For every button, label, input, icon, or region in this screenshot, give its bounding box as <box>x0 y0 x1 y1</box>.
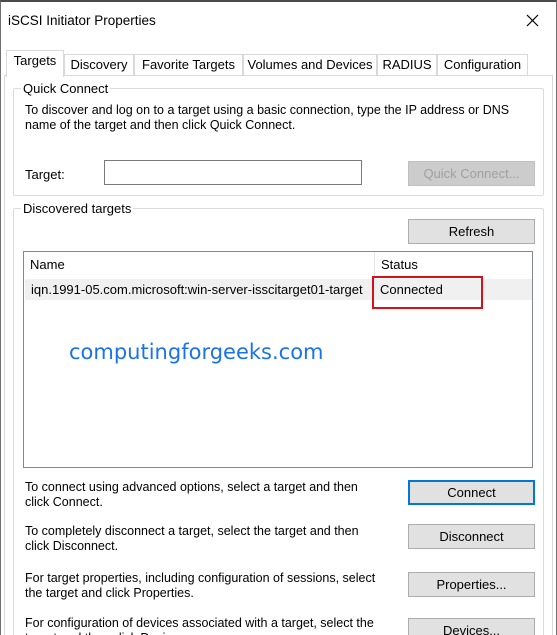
tab-targets[interactable]: Targets <box>6 50 64 77</box>
discovered-targets-legend: Discovered targets <box>21 201 134 216</box>
column-header-name[interactable]: Name <box>24 252 374 278</box>
tab-configuration[interactable]: Configuration <box>437 54 528 76</box>
quick-connect-button[interactable]: Quick Connect... <box>408 161 535 186</box>
connect-button[interactable]: Connect <box>408 480 535 505</box>
devices-button[interactable]: Devices... <box>408 618 535 635</box>
target-name-cell: iqn.1991-05.com.microsoft:win-server-iss… <box>31 282 363 297</box>
tab-radius[interactable]: RADIUS <box>377 54 437 76</box>
close-icon <box>526 14 539 27</box>
watermark-text: computingforgeeks.com <box>69 340 324 364</box>
properties-button[interactable]: Properties... <box>408 572 535 597</box>
title-bar: iSCSI Initiator Properties <box>1 2 556 40</box>
tab-favorite-targets[interactable]: Favorite Targets <box>134 54 243 76</box>
status-highlight-box <box>372 276 483 309</box>
tab-volumes-and-devices[interactable]: Volumes and Devices <box>243 54 377 76</box>
close-button[interactable] <box>510 2 556 40</box>
quick-connect-legend: Quick Connect <box>21 81 111 96</box>
column-header-status[interactable]: Status <box>375 252 475 278</box>
disconnect-description: To completely disconnect a target, selec… <box>25 524 359 553</box>
devices-description: For configuration of devices associated … <box>25 616 374 635</box>
target-input[interactable] <box>104 160 362 185</box>
target-label: Target: <box>25 167 65 182</box>
iscsi-initiator-window: iSCSI Initiator Properties Targets Disco… <box>0 0 557 635</box>
connect-description: To connect using advanced options, selec… <box>25 480 358 509</box>
window-title: iSCSI Initiator Properties <box>8 13 156 28</box>
quick-connect-description: To discover and log on to a target using… <box>25 103 510 132</box>
properties-description: For target properties, including configu… <box>25 571 376 600</box>
tab-discovery[interactable]: Discovery <box>64 54 134 76</box>
disconnect-button[interactable]: Disconnect <box>408 524 535 549</box>
refresh-button[interactable]: Refresh <box>408 219 535 244</box>
tab-strip: Targets Discovery Favorite Targets Volum… <box>1 50 556 77</box>
